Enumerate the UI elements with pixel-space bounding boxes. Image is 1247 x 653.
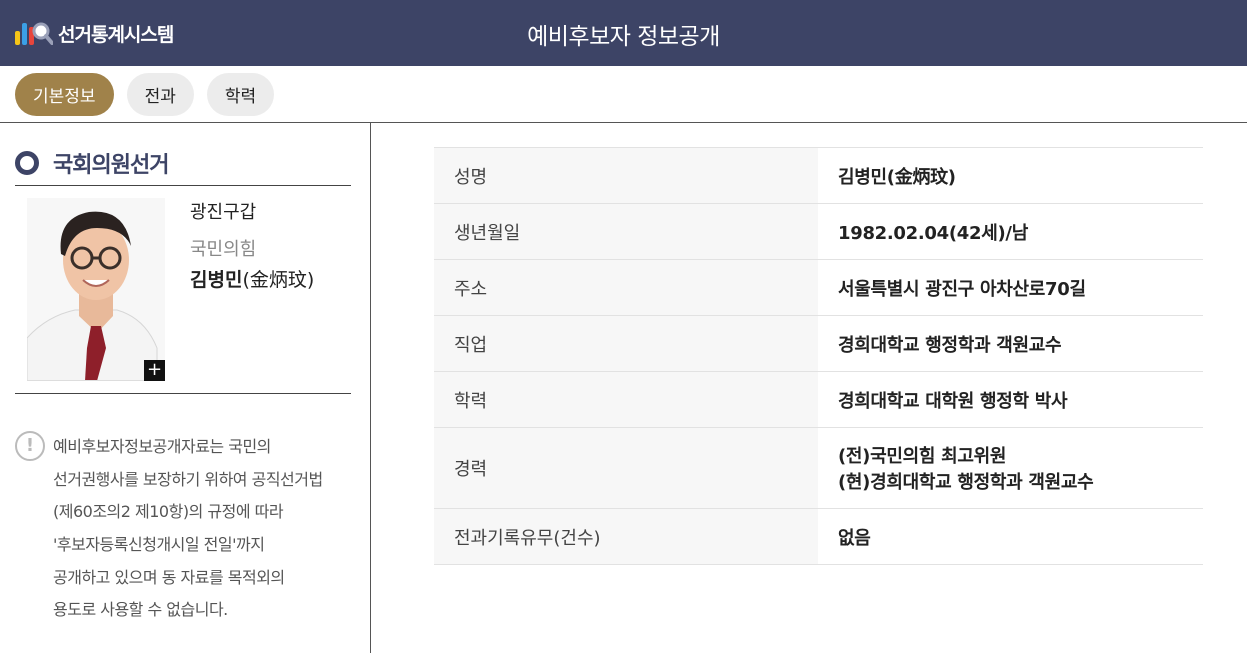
row-value: 경희대학교 행정학과 객원교수 (818, 315, 1203, 372)
candidate-party: 국민의힘 (190, 239, 257, 260)
table-row: 성명 김병민(金炳玟) (434, 147, 1203, 204)
notice-line: 용도로 사용할 수 없습니다. (53, 600, 228, 620)
election-title: 국회의원선거 (53, 153, 169, 178)
career-line: (전)국민의힘 최고위원 (838, 446, 1007, 467)
row-label: 학력 (434, 371, 818, 428)
candidate-photo (27, 198, 165, 381)
row-value: 서울특별시 광진구 아차산로70길 (818, 259, 1203, 316)
divider (15, 393, 351, 394)
table-row: 주소 서울특별시 광진구 아차산로70길 (434, 259, 1203, 316)
candidate-info-table: 성명 김병민(金炳玟) 생년월일 1982.02.04(42세)/남 주소 서울… (434, 147, 1203, 565)
row-value: 1982.02.04(42세)/남 (818, 203, 1203, 260)
tab-basic-info[interactable]: 기본정보 (15, 73, 114, 116)
notice-line: 공개하고 있으며 동 자료를 목적외의 (53, 567, 285, 587)
election-heading: 국회의원선거 (15, 147, 169, 179)
table-row: 직업 경희대학교 행정학과 객원교수 (434, 315, 1203, 372)
row-label: 직업 (434, 315, 818, 372)
ring-bullet-icon (15, 151, 39, 175)
row-value: 없음 (818, 508, 1203, 565)
exclamation-icon: ! (15, 431, 45, 461)
notice-line: 선거권행사를 보장하기 위하여 공직선거법 (53, 469, 323, 489)
row-value: 경희대학교 대학원 행정학 박사 (818, 371, 1203, 428)
page-title: 예비후보자 정보공개 (527, 24, 720, 50)
candidate-name: 김병민(金炳玟) (190, 265, 314, 292)
row-value: 김병민(金炳玟) (818, 147, 1203, 204)
notice-text: 예비후보자정보공개자료는 국민의 선거권행사를 보장하기 위하여 공직선거법 (… (53, 433, 373, 629)
row-label: 주소 (434, 259, 818, 316)
content-divider (0, 122, 1247, 123)
table-row: 학력 경희대학교 대학원 행정학 박사 (434, 371, 1203, 428)
row-label: 생년월일 (434, 203, 818, 260)
row-label: 경력 (434, 427, 818, 509)
tab-bar: 기본정보 전과 학력 (15, 73, 275, 116)
tab-criminal-record[interactable]: 전과 (126, 73, 194, 116)
tab-education[interactable]: 학력 (206, 73, 275, 116)
row-label: 성명 (434, 147, 818, 204)
candidate-name-hanja: (金炳玟) (242, 269, 315, 291)
candidate-name-hangul: 김병민 (190, 269, 243, 291)
row-value: (전)국민의힘 최고위원 (현)경희대학교 행정학과 객원교수 (818, 427, 1203, 509)
top-header: 선거통계시스템 예비후보자 정보공개 (0, 0, 1247, 66)
divider (15, 185, 351, 186)
table-row: 전과기록유무(건수) 없음 (434, 508, 1203, 565)
candidate-district: 광진구갑 (190, 202, 257, 223)
notice-line: '후보자등록신청개시일 전일'까지 (53, 535, 265, 555)
photo-zoom-button[interactable]: + (144, 360, 165, 381)
row-label: 전과기록유무(건수) (434, 508, 818, 565)
notice-line: 예비후보자정보공개자료는 국민의 (53, 437, 271, 456)
table-row: 생년월일 1982.02.04(42세)/남 (434, 203, 1203, 260)
career-line: (현)경희대학교 행정학과 객원교수 (838, 472, 1094, 493)
table-row: 경력 (전)국민의힘 최고위원 (현)경희대학교 행정학과 객원교수 (434, 427, 1203, 509)
notice-line: (제60조의2 제10항)의 규정에 따라 (53, 502, 284, 522)
